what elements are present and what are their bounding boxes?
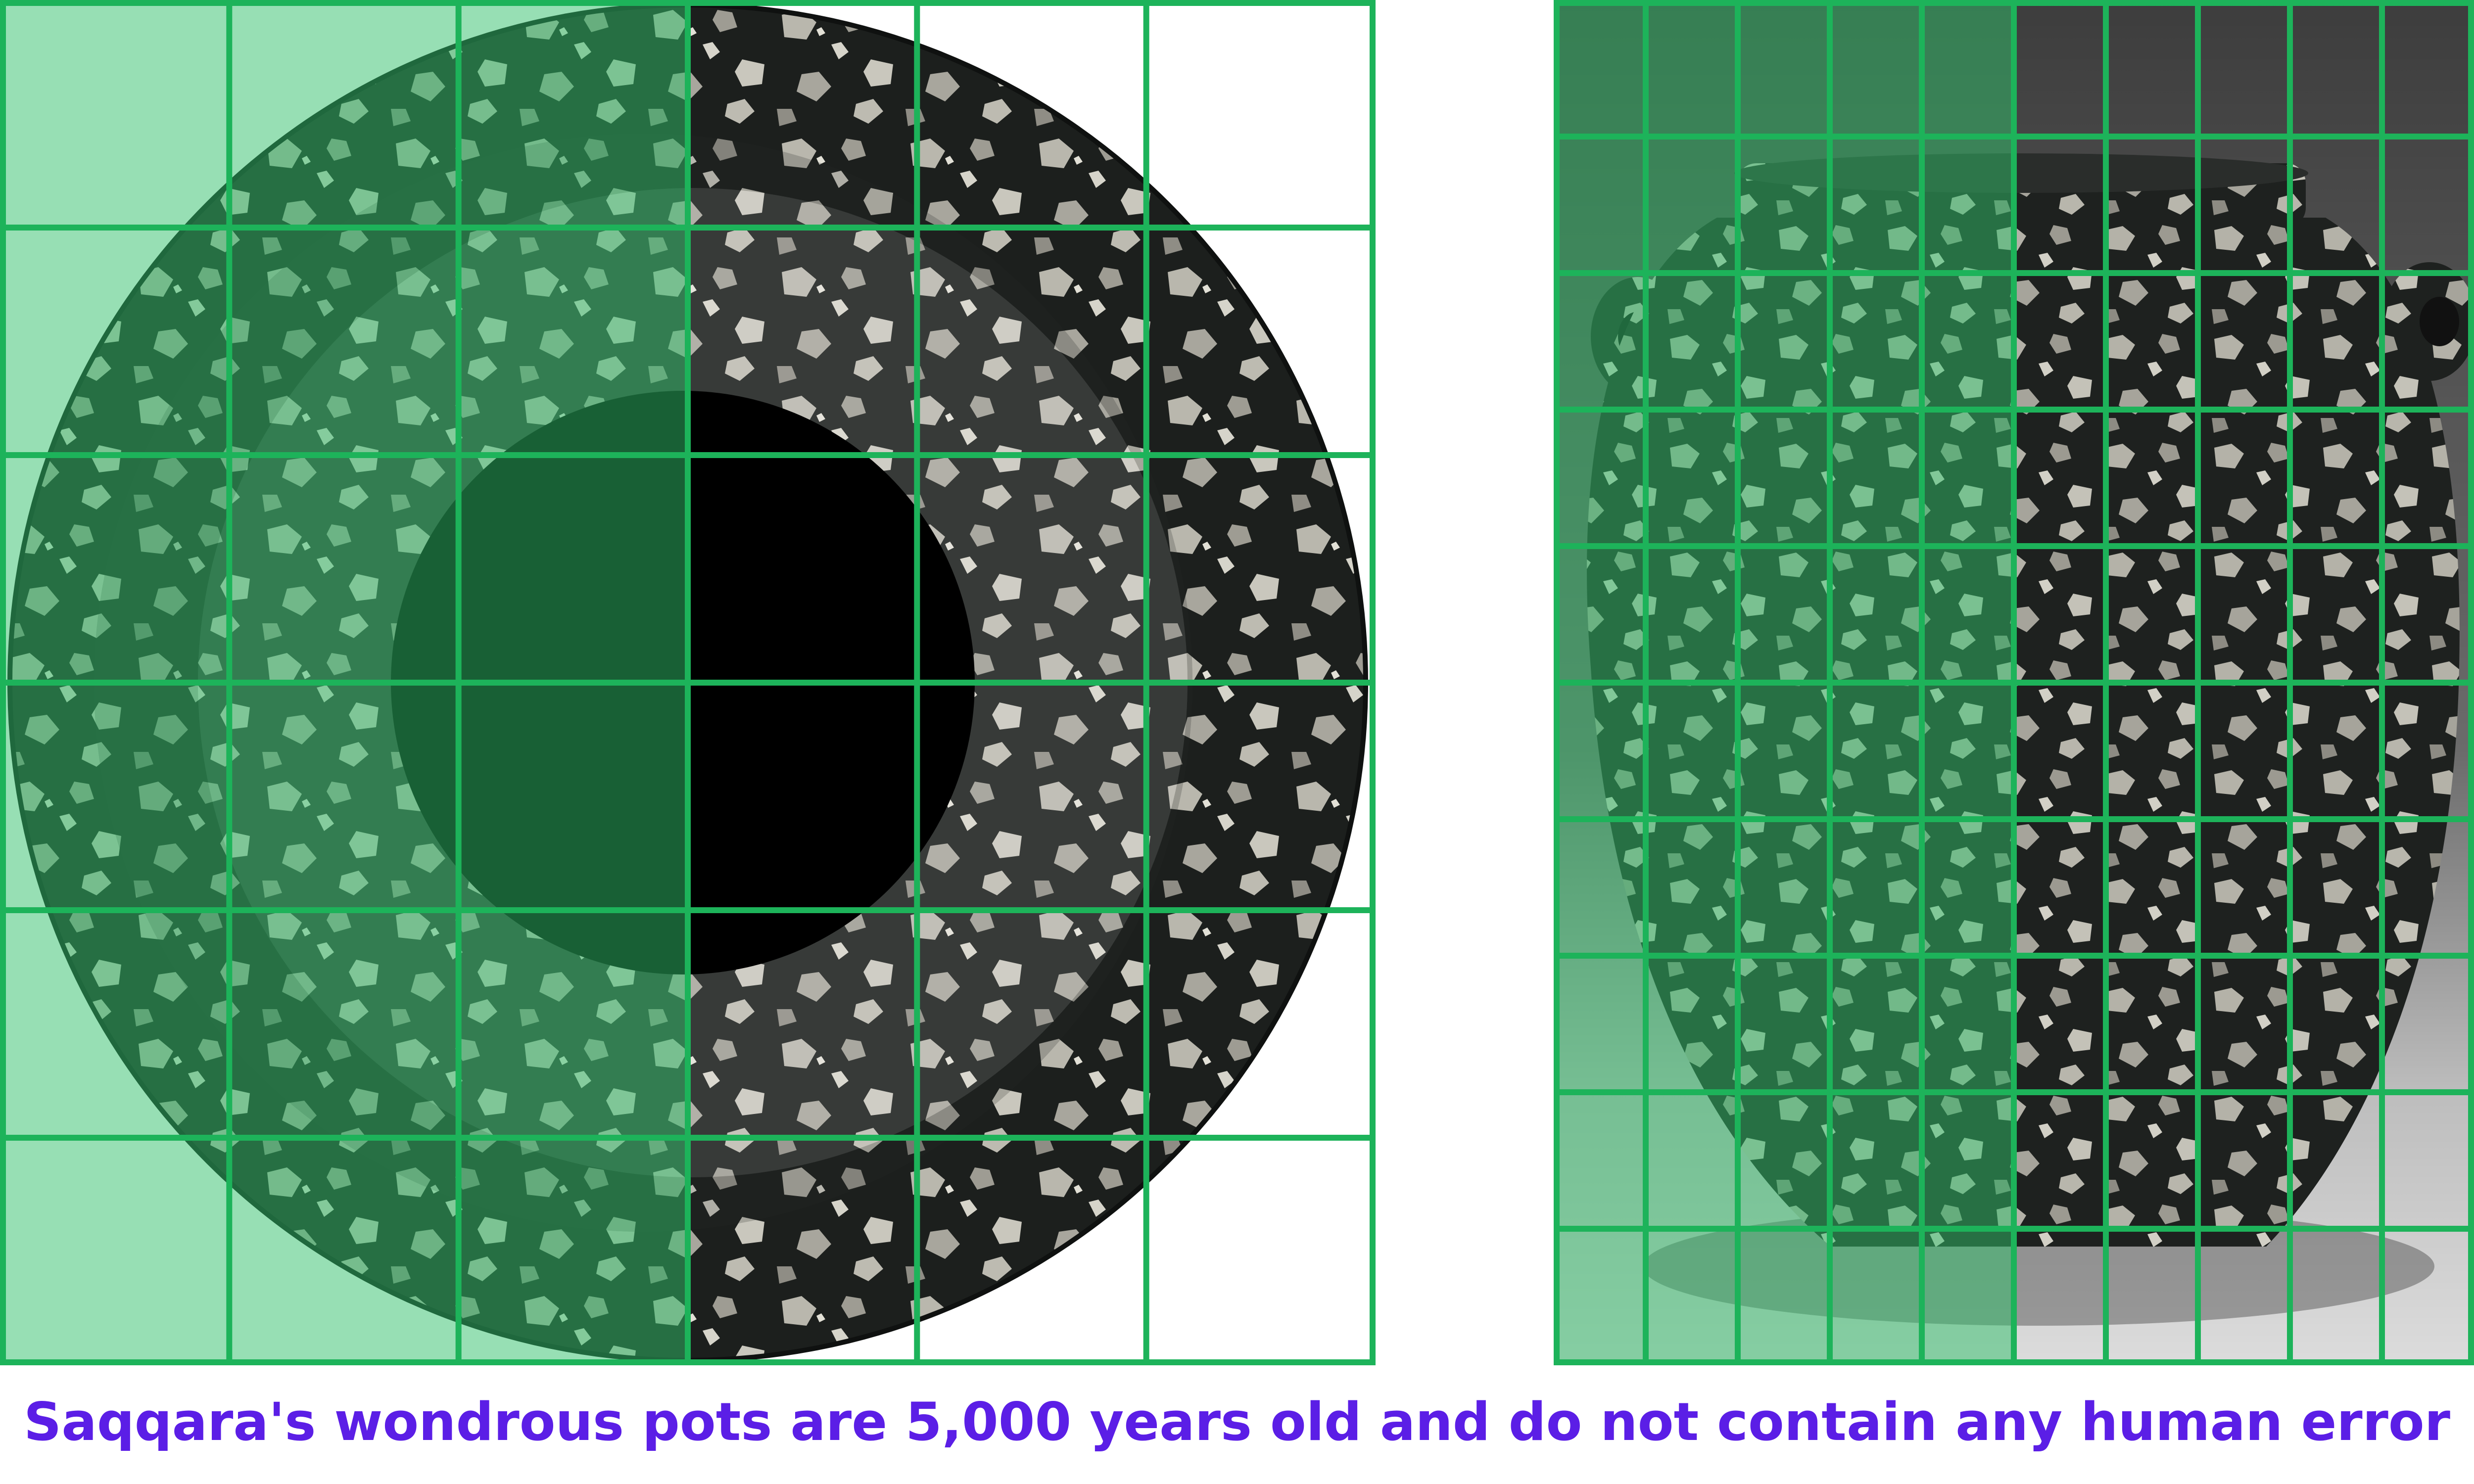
caption-text: Saqqara's wondrous pots are 5,000 years … xyxy=(23,1391,2450,1452)
jar-side-view-image xyxy=(1554,0,2474,1365)
bowl-top-view-image xyxy=(0,0,1376,1365)
